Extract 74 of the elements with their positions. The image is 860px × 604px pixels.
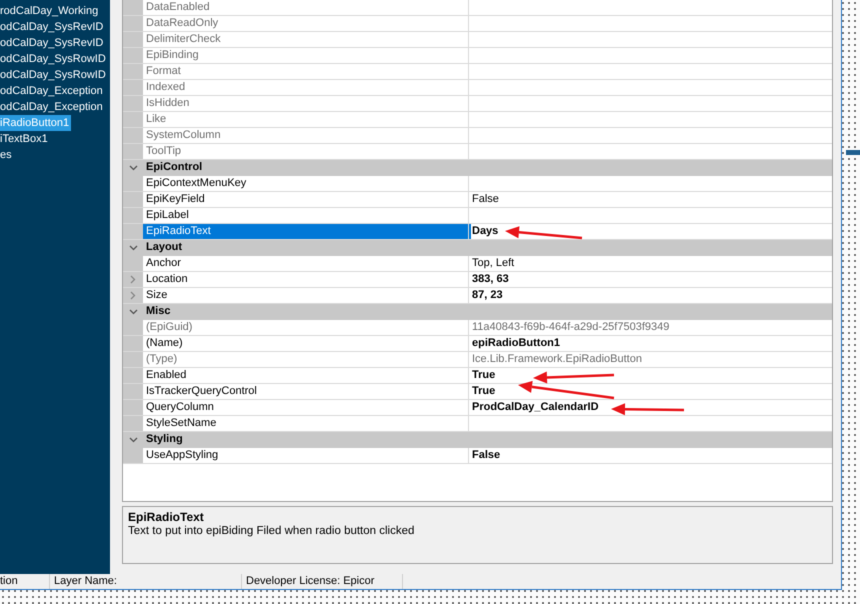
- row-header: [123, 384, 143, 399]
- row-header: [123, 368, 143, 383]
- row-header: [123, 80, 143, 95]
- status-panel: Layer Name:: [50, 574, 242, 589]
- property-value: Ice.Lib.Framework.EpiRadioButton: [472, 353, 642, 365]
- property-name[interactable]: EpiKeyField: [143, 192, 469, 207]
- property-name[interactable]: StyleSetName: [143, 416, 469, 431]
- row-header: [123, 96, 143, 111]
- tree-item[interactable]: odCalDay_Exception: [0, 99, 105, 115]
- tree-item[interactable]: iTextBox1: [0, 131, 50, 147]
- row-header: [123, 336, 143, 351]
- row-header: [123, 32, 143, 47]
- collapse-chevron-icon[interactable]: [128, 244, 138, 250]
- property-value: ProdCalDay_CalendarID: [472, 401, 599, 413]
- property-value: epiRadioButton1: [472, 337, 560, 349]
- property-value: Days: [472, 225, 498, 237]
- category-header: EpiControl: [146, 161, 202, 173]
- row-header: [123, 128, 143, 143]
- tree-item[interactable]: odCalDay_SysRevID: [0, 19, 106, 35]
- property-name[interactable]: EpiContextMenuKey: [143, 176, 469, 191]
- property-name[interactable]: EpiRadioText: [143, 224, 469, 239]
- window-edge: [846, 150, 860, 155]
- tree-item[interactable]: odCalDay_Exception: [0, 83, 105, 99]
- tree-item[interactable]: odCalDay_SysRowID: [0, 51, 108, 67]
- property-name[interactable]: (Name): [143, 336, 469, 351]
- property-name[interactable]: Enabled: [143, 368, 469, 383]
- category-row[interactable]: EpiControl: [123, 160, 832, 176]
- row-header: [123, 48, 143, 63]
- property-name[interactable]: UseAppStyling: [143, 448, 469, 463]
- property-name[interactable]: Anchor: [143, 256, 469, 271]
- category-row[interactable]: Layout: [123, 240, 832, 256]
- category-row[interactable]: Misc: [123, 304, 832, 320]
- property-name[interactable]: Location: [143, 272, 469, 287]
- description-title: EpiRadioText: [128, 510, 205, 524]
- row-header: [123, 400, 143, 415]
- tree-item[interactable]: odCalDay_SysRowID: [0, 67, 108, 83]
- row-header: [123, 416, 143, 431]
- property-value: 383, 63: [472, 273, 509, 285]
- collapse-chevron-icon[interactable]: [128, 164, 138, 170]
- property-value: Top, Left: [472, 257, 514, 269]
- property-value: 87, 23: [472, 289, 503, 301]
- property-value: False: [472, 193, 499, 205]
- tree-item[interactable]: odCalDay_SysRevID: [0, 35, 106, 51]
- property-name[interactable]: IsTrackerQueryControl: [143, 384, 469, 399]
- status-panel: Developer License: Epicor: [242, 574, 403, 589]
- row-header: [123, 112, 143, 127]
- property-value: True: [472, 385, 496, 397]
- collapse-chevron-icon[interactable]: [128, 436, 138, 442]
- row-header: [123, 320, 143, 335]
- row-header: [123, 224, 143, 239]
- row-header: [123, 192, 143, 207]
- collapse-chevron-icon[interactable]: [128, 308, 138, 314]
- row-header: [123, 208, 143, 223]
- category-header: Styling: [146, 433, 183, 445]
- row-header: [123, 64, 143, 79]
- row-header: [123, 448, 143, 463]
- category-row[interactable]: Styling: [123, 432, 832, 448]
- tree-item[interactable]: rodCalDay_Working: [0, 3, 100, 19]
- category-header: Misc: [146, 305, 170, 317]
- property-value: False: [472, 449, 500, 461]
- tree-item[interactable]: es: [0, 147, 14, 163]
- row-header: [123, 352, 143, 367]
- property-value: True: [472, 369, 496, 381]
- property-name[interactable]: Size: [143, 288, 469, 303]
- row-header: [123, 176, 143, 191]
- status-panel: tion: [0, 574, 50, 589]
- row-header: [123, 0, 143, 15]
- row-header: [123, 144, 143, 159]
- property-value: 11a40843-f69b-464f-a29d-25f7503f9349: [472, 321, 670, 333]
- row-header: [123, 16, 143, 31]
- category-header: Layout: [146, 241, 182, 253]
- description-text: Text to put into epiBiding Filed when radio button clicked: [128, 525, 416, 538]
- property-name[interactable]: QueryColumn: [143, 400, 469, 415]
- property-name[interactable]: EpiLabel: [143, 208, 469, 223]
